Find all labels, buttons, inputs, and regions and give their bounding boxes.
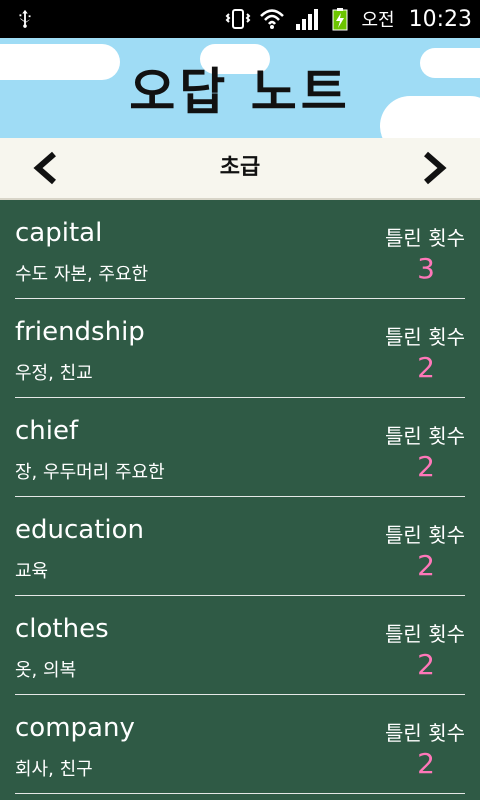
status-ampm: 오전	[361, 10, 395, 31]
status-right: 오전 10:23	[225, 6, 472, 32]
list-item[interactable]: chief 장, 우두머리 주요한 틀린 횟수 2	[15, 398, 465, 497]
word-meaning: 장, 우두머리 주요한	[15, 462, 165, 483]
list-item[interactable]: capital 수도 자본, 주요한 틀린 횟수 3	[15, 200, 465, 299]
word-text: friendship	[15, 317, 145, 347]
word-text: clothes	[15, 614, 109, 644]
usb-icon	[19, 9, 31, 28]
wrong-count-label: 틀린 횟수	[385, 226, 465, 250]
level-nav-bar: 초급	[0, 138, 480, 200]
word-meaning: 옷, 의복	[15, 660, 77, 681]
battery-charging-icon	[332, 8, 348, 31]
wrong-answer-list: capital 수도 자본, 주요한 틀린 횟수 3 friendship 우정…	[0, 200, 480, 794]
chevron-right-icon[interactable]	[416, 150, 452, 186]
word-text: chief	[15, 416, 79, 446]
wifi-icon	[260, 9, 285, 29]
wrong-count-value: 2	[417, 450, 435, 483]
word-meaning: 수도 자본, 주요한	[15, 264, 149, 285]
signal-icon	[296, 9, 319, 30]
wrong-count-label: 틀린 횟수	[385, 523, 465, 547]
wrong-count-value: 3	[417, 252, 435, 285]
wrong-count-label: 틀린 횟수	[385, 424, 465, 448]
status-bar: 오전 10:23	[0, 0, 480, 38]
word-text: education	[15, 515, 145, 545]
status-time: 10:23	[408, 6, 472, 32]
list-item[interactable]: company 회사, 친구 틀린 횟수 2	[15, 695, 465, 794]
header: 오답 노트	[0, 38, 480, 140]
level-title: 초급	[219, 155, 261, 180]
word-text: capital	[15, 218, 103, 248]
wrong-count-label: 틀린 횟수	[385, 721, 465, 745]
wrong-count-value: 2	[417, 747, 435, 780]
list-item[interactable]: education 교육 틀린 횟수 2	[15, 497, 465, 596]
vibrate-icon	[226, 9, 251, 29]
wrong-count-label: 틀린 횟수	[385, 622, 465, 646]
wrong-count-value: 2	[417, 351, 435, 384]
list-item[interactable]: clothes 옷, 의복 틀린 횟수 2	[15, 596, 465, 695]
wrong-count-label: 틀린 횟수	[385, 325, 465, 349]
wrong-count-value: 2	[417, 549, 435, 582]
word-text: company	[15, 713, 135, 743]
word-meaning: 회사, 친구	[15, 759, 93, 780]
list-item[interactable]: friendship 우정, 친교 틀린 횟수 2	[15, 299, 465, 398]
wrong-count-value: 2	[417, 648, 435, 681]
page-title: 오답 노트	[129, 63, 351, 121]
word-meaning: 우정, 친교	[15, 363, 93, 384]
word-meaning: 교육	[15, 561, 49, 582]
